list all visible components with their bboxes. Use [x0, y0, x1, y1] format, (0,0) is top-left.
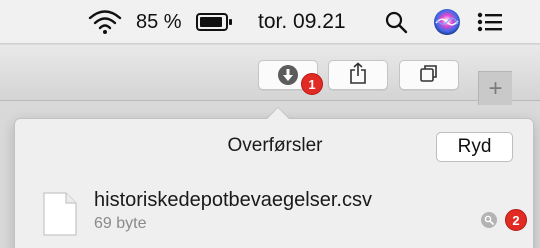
menu-bar-clock[interactable]: tor. 09.21 — [258, 0, 346, 44]
tabs-overview-button[interactable] — [399, 60, 459, 90]
notification-list-icon[interactable] — [477, 0, 503, 44]
wifi-icon[interactable] — [88, 0, 122, 44]
battery-percent[interactable]: 85 % — [136, 0, 182, 44]
battery-icon[interactable] — [196, 0, 234, 44]
downloads-button[interactable]: 1 — [258, 60, 323, 95]
document-icon — [43, 192, 77, 241]
share-button[interactable] — [328, 60, 388, 90]
downloads-popover: Overførsler Ryd historiskedepotbevaegels… — [14, 118, 534, 248]
download-item[interactable]: historiskedepotbevaegelser.csv 69 byte 2 — [15, 177, 535, 247]
download-item-badge: 2 — [505, 209, 527, 231]
download-arrow-icon — [278, 65, 298, 85]
clear-button[interactable]: Ryd — [436, 132, 513, 162]
downloads-count-badge: 1 — [301, 73, 323, 95]
screen: 85 % tor. 09.21 1 + Overførsler Ryd hist… — [0, 0, 540, 248]
file-size: 69 byte — [94, 215, 147, 232]
menu-bar: 85 % tor. 09.21 — [0, 0, 540, 44]
new-tab-button[interactable]: + — [478, 71, 512, 105]
file-name: historiskedepotbevaegelser.csv — [94, 189, 372, 211]
magnifier-reveal-icon[interactable] — [481, 212, 497, 228]
search-icon[interactable] — [384, 0, 408, 44]
share-icon — [349, 61, 367, 89]
siri-icon[interactable] — [433, 0, 461, 44]
popover-arrow-fill — [267, 108, 289, 119]
tabs-icon — [419, 63, 439, 88]
browser-toolbar: 1 — [0, 45, 540, 101]
